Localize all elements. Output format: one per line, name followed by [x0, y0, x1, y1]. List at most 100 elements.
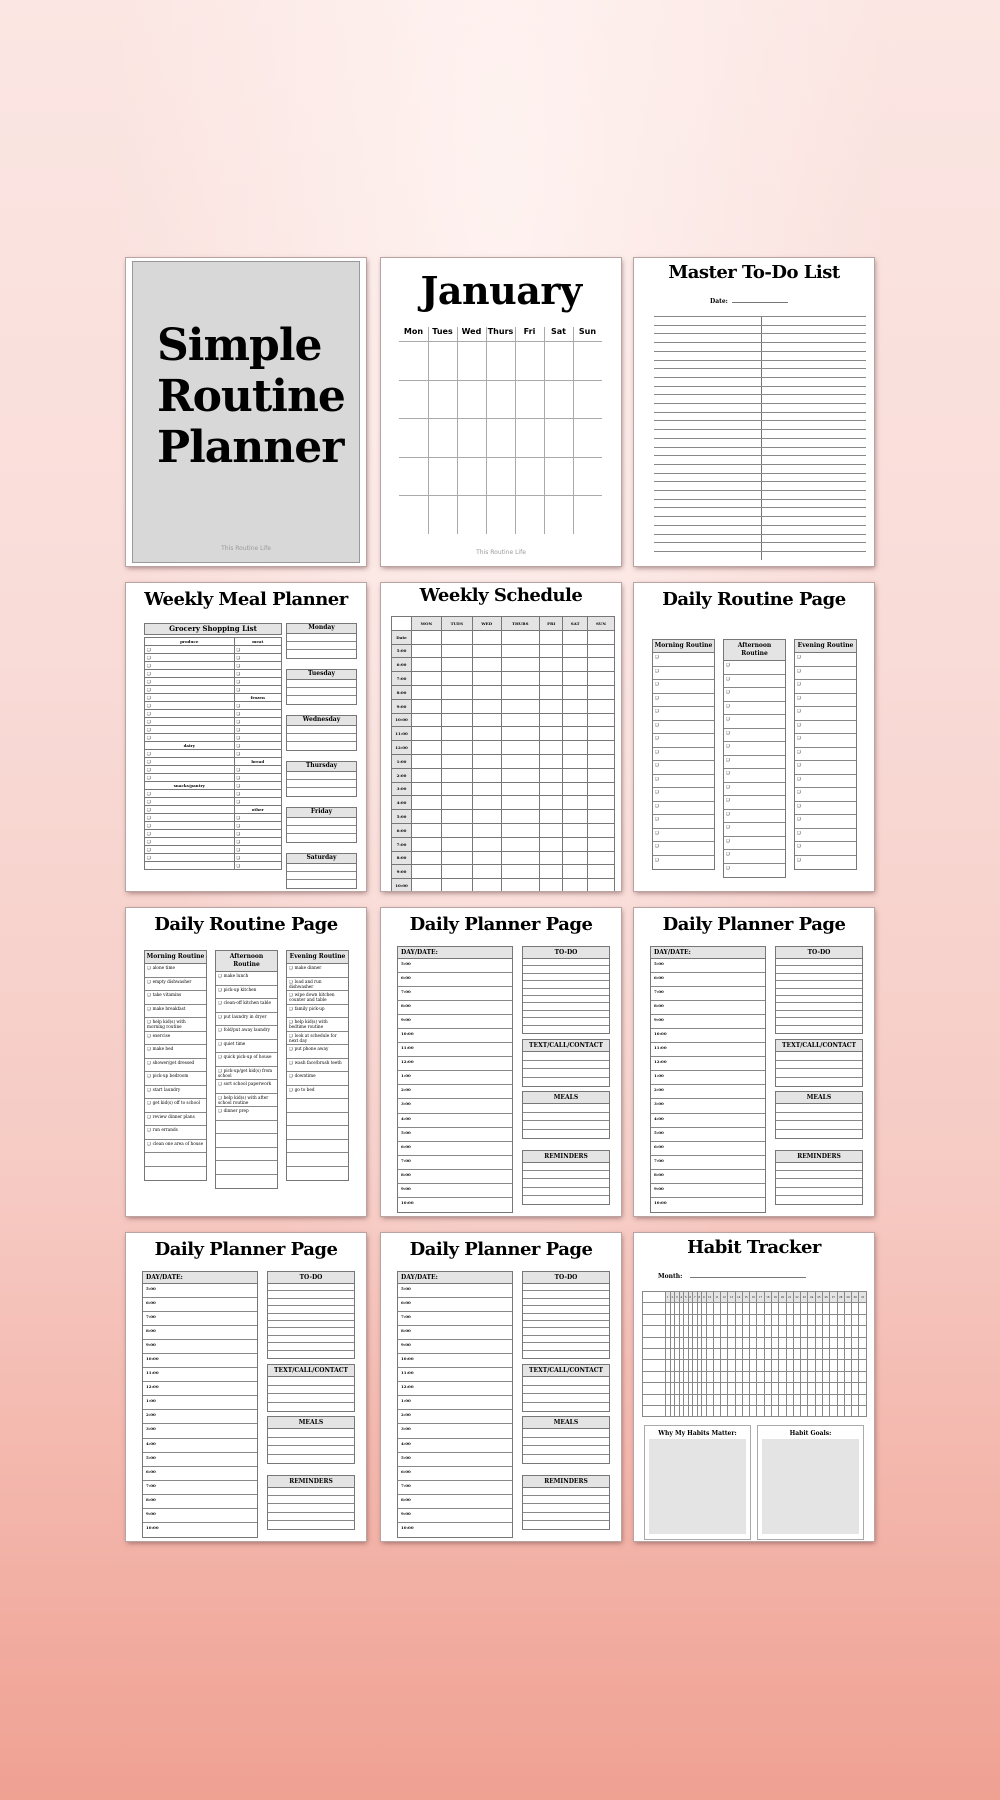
habit-check-cell[interactable]: [720, 1359, 729, 1372]
todo-line[interactable]: [654, 324, 866, 326]
habit-check-cell[interactable]: [843, 1302, 853, 1315]
habit-check-cell[interactable]: [785, 1393, 794, 1406]
schedule-cell[interactable]: [471, 767, 502, 783]
habit-check-cell[interactable]: [720, 1325, 729, 1338]
routine-item[interactable]: [653, 667, 714, 680]
meal-line[interactable]: [287, 742, 356, 750]
routine-item[interactable]: run errands: [145, 1126, 206, 1140]
time-slot[interactable]: 11:00: [651, 1043, 765, 1058]
schedule-cell[interactable]: [562, 740, 588, 755]
grocery-cell[interactable]: [144, 661, 235, 670]
grocery-cell[interactable]: [233, 853, 282, 862]
section-line[interactable]: [523, 989, 609, 996]
habit-check-cell[interactable]: [836, 1302, 845, 1315]
habit-check-cell[interactable]: [814, 1347, 824, 1361]
time-slot[interactable]: 10:00: [143, 1523, 257, 1537]
habit-name-cell[interactable]: [642, 1404, 666, 1418]
meal-line[interactable]: [287, 634, 356, 642]
habit-check-cell[interactable]: [851, 1404, 860, 1418]
schedule-cell[interactable]: [440, 671, 473, 686]
schedule-cell[interactable]: [411, 643, 442, 659]
routine-item[interactable]: quiet time: [216, 1040, 277, 1053]
grocery-cell[interactable]: [144, 701, 235, 710]
grocery-cell[interactable]: [233, 741, 282, 750]
habit-check-cell[interactable]: [763, 1370, 773, 1384]
schedule-cell[interactable]: [586, 850, 616, 866]
schedule-cell[interactable]: [411, 740, 442, 755]
habit-check-cell[interactable]: [814, 1404, 824, 1418]
habit-check-cell[interactable]: [836, 1370, 845, 1384]
habit-check-cell[interactable]: [792, 1404, 802, 1418]
habit-check-cell[interactable]: [749, 1359, 758, 1372]
routine-item[interactable]: make lunch: [216, 972, 277, 986]
section-line[interactable]: [776, 1078, 862, 1087]
habit-check-cell[interactable]: [821, 1393, 831, 1406]
time-slot[interactable]: 10:00: [398, 1354, 512, 1369]
habit-check-cell[interactable]: [771, 1302, 780, 1315]
habit-check-cell[interactable]: [771, 1382, 780, 1395]
routine-item[interactable]: make breakfast: [145, 1005, 206, 1018]
section-line[interactable]: [523, 974, 609, 982]
todo-line[interactable]: [654, 472, 866, 474]
schedule-cell[interactable]: [471, 684, 502, 700]
habit-check-cell[interactable]: [749, 1382, 758, 1395]
grocery-cell[interactable]: [233, 645, 282, 654]
section-line[interactable]: [268, 1488, 354, 1497]
grocery-cell[interactable]: [233, 781, 282, 790]
section-line[interactable]: [268, 1328, 354, 1336]
habit-check-cell[interactable]: [712, 1325, 722, 1338]
section-line[interactable]: [523, 1513, 609, 1521]
time-slot[interactable]: 9:00: [143, 1340, 257, 1355]
section-line[interactable]: [523, 1163, 609, 1172]
routine-item[interactable]: [724, 769, 785, 783]
habit-check-cell[interactable]: [792, 1393, 802, 1406]
habit-check-cell[interactable]: [727, 1325, 736, 1338]
schedule-cell[interactable]: [471, 740, 502, 755]
routine-item[interactable]: empty dishwasher: [145, 978, 206, 991]
habit-check-cell[interactable]: [807, 1404, 816, 1418]
time-slot[interactable]: 5:00: [651, 959, 765, 974]
habit-check-cell[interactable]: [705, 1382, 714, 1395]
habit-check-cell[interactable]: [778, 1313, 787, 1327]
todo-line[interactable]: [654, 507, 866, 509]
section-line[interactable]: [523, 1343, 609, 1351]
habit-name-cell[interactable]: [642, 1393, 666, 1406]
habit-check-cell[interactable]: [843, 1325, 853, 1338]
schedule-cell[interactable]: [538, 629, 564, 645]
habit-check-cell[interactable]: [792, 1302, 802, 1315]
habit-check-cell[interactable]: [727, 1382, 736, 1395]
habit-check-cell[interactable]: [705, 1302, 714, 1315]
routine-item[interactable]: [795, 842, 856, 856]
schedule-cell[interactable]: [538, 712, 564, 728]
grocery-cell[interactable]: [144, 749, 235, 758]
schedule-cell[interactable]: [471, 836, 502, 852]
section-line[interactable]: [776, 1011, 862, 1019]
grocery-section-label[interactable]: produce: [144, 637, 235, 646]
habit-check-cell[interactable]: [771, 1336, 780, 1349]
section-line[interactable]: [268, 1386, 354, 1394]
routine-item[interactable]: clean one area of house: [145, 1140, 206, 1153]
section-line[interactable]: [268, 1284, 354, 1292]
habit-check-cell[interactable]: [792, 1325, 802, 1338]
time-slot[interactable]: 12:00: [143, 1382, 257, 1397]
habit-check-cell[interactable]: [734, 1359, 743, 1372]
routine-item[interactable]: take vitamins: [145, 991, 206, 1005]
schedule-cell[interactable]: [411, 781, 442, 797]
schedule-cell[interactable]: [562, 671, 588, 686]
section-line[interactable]: [776, 996, 862, 1004]
routine-item[interactable]: [653, 694, 714, 707]
schedule-cell[interactable]: [440, 684, 473, 700]
schedule-cell[interactable]: [586, 836, 616, 852]
habit-check-cell[interactable]: [734, 1347, 743, 1361]
habit-check-cell[interactable]: [785, 1325, 794, 1338]
schedule-cell[interactable]: [471, 878, 502, 891]
weekly-schedule-page[interactable]: Weekly Schedule MON TUES WED THURS FRI SAT SUN…: [381, 583, 621, 891]
routine-item[interactable]: [216, 1175, 277, 1189]
schedule-cell[interactable]: [440, 726, 473, 742]
meal-line[interactable]: [287, 734, 356, 742]
section-line[interactable]: [523, 981, 609, 989]
habit-check-cell[interactable]: [763, 1393, 773, 1406]
habit-check-cell[interactable]: [821, 1382, 831, 1395]
schedule-cell[interactable]: [500, 878, 541, 891]
habit-check-cell[interactable]: [763, 1325, 773, 1338]
